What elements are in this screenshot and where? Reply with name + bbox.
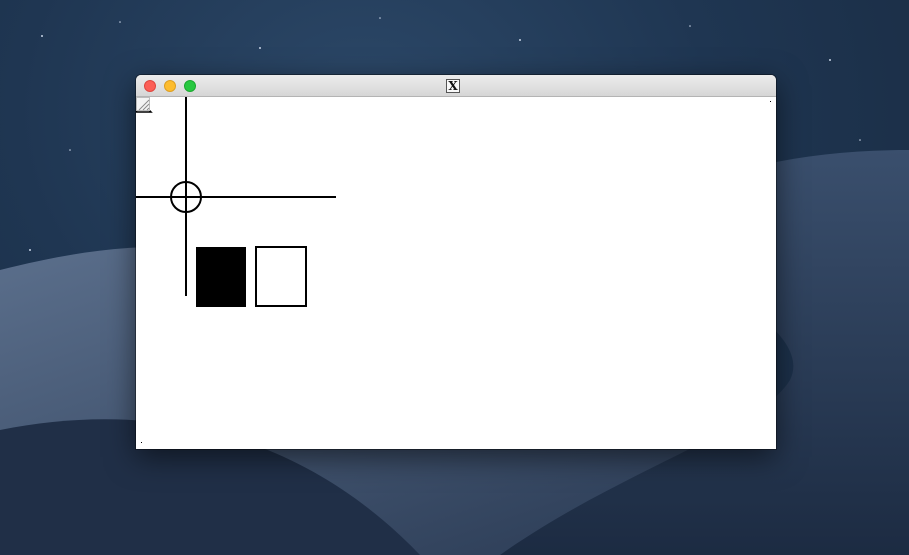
filled-rectangle (196, 247, 246, 307)
zoom-button[interactable] (184, 80, 196, 92)
outlined-rectangle (255, 246, 307, 307)
resize-grip-icon[interactable] (136, 97, 150, 111)
drawing-canvas[interactable] (136, 97, 776, 449)
x11-window[interactable]: X (136, 75, 776, 449)
close-button[interactable] (144, 80, 156, 92)
corner-dot-bottom-left (141, 442, 142, 443)
title-bar[interactable]: X (136, 75, 776, 97)
canvas-drawing (136, 97, 771, 443)
x11-app-icon: X (446, 79, 460, 93)
corner-dot-top-right (770, 101, 771, 102)
minimize-button[interactable] (164, 80, 176, 92)
